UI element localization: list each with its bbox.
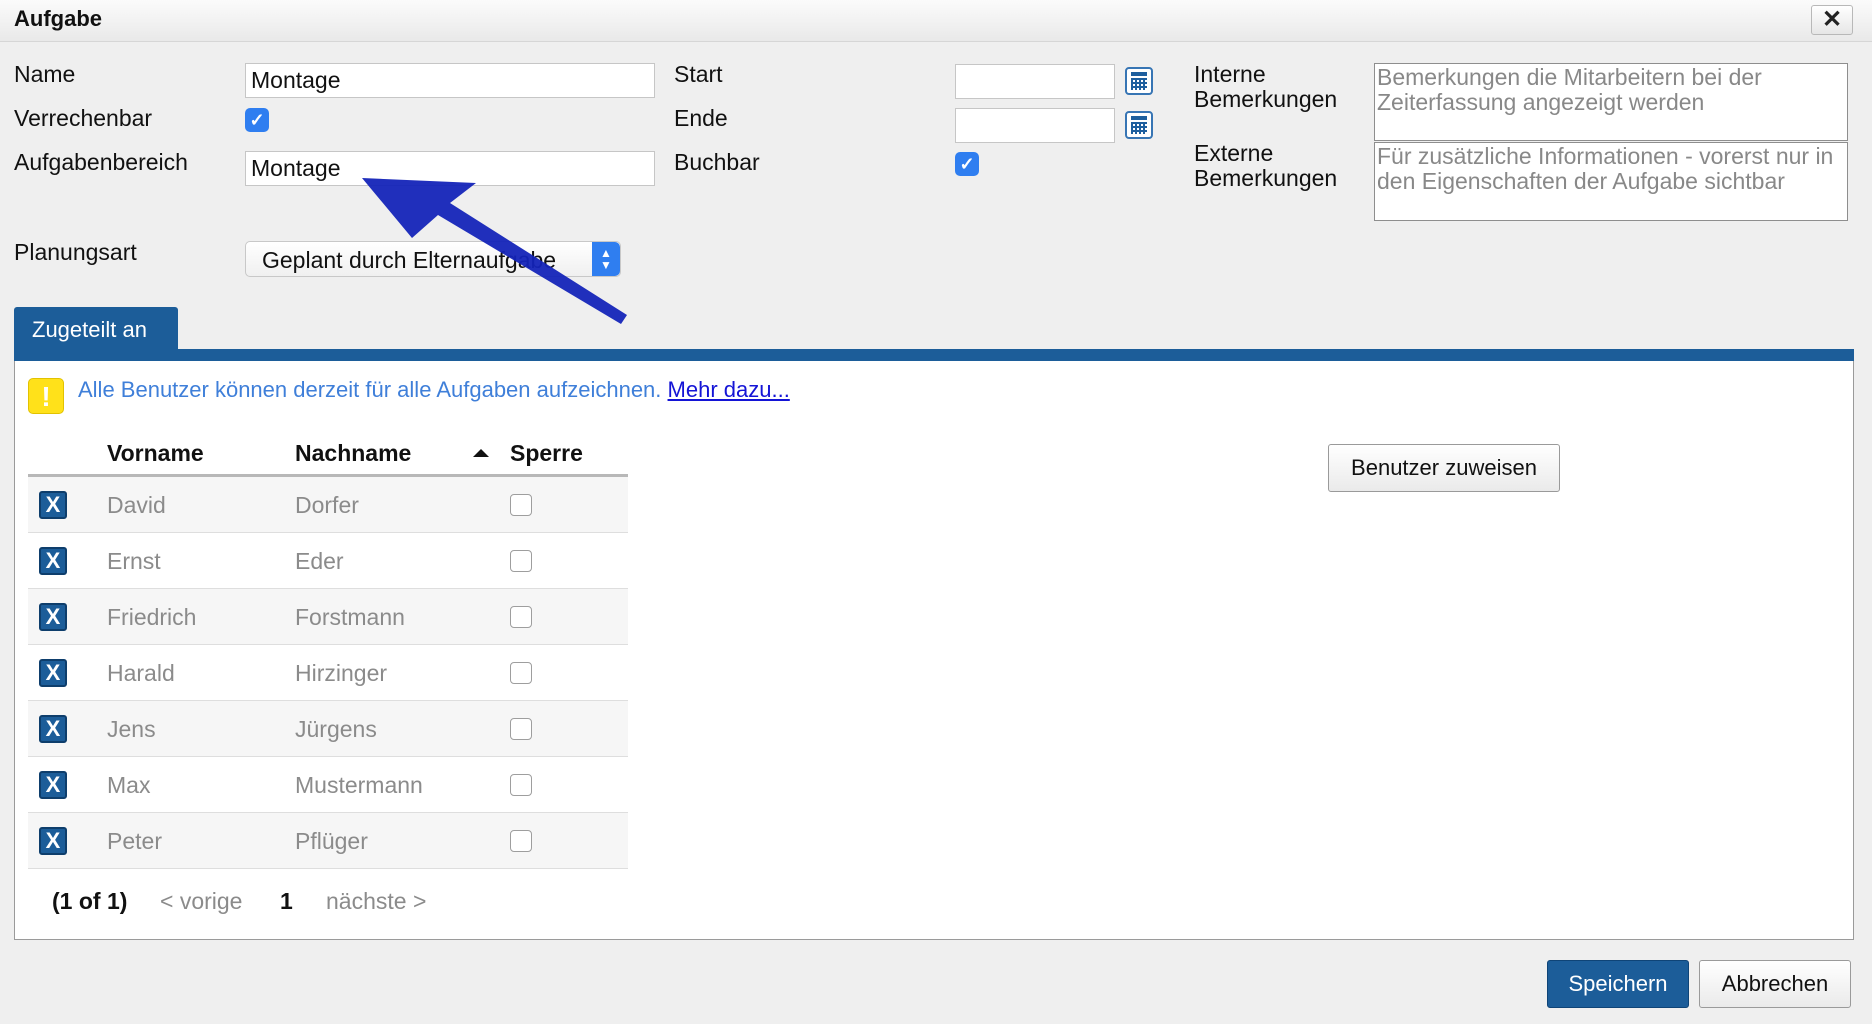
ende-date-input[interactable]: [955, 108, 1115, 143]
name-label: Name: [14, 61, 76, 87]
sperre-checkbox[interactable]: [510, 830, 532, 852]
nachname-cell: Eder: [295, 548, 344, 574]
ende-label: Ende: [674, 105, 728, 131]
aufgabenbereich-label: Aufgabenbereich: [14, 149, 188, 175]
vorname-cell: Friedrich: [107, 604, 197, 630]
start-date-input[interactable]: [955, 64, 1115, 99]
aufgabenbereich-input[interactable]: [245, 151, 655, 186]
column-header-sperre[interactable]: Sperre: [510, 440, 583, 467]
pager-page-1[interactable]: 1: [280, 888, 293, 915]
table-row: X Jens Jürgens: [28, 701, 628, 757]
column-header-nachname[interactable]: Nachname: [295, 440, 411, 467]
sperre-checkbox[interactable]: [510, 718, 532, 740]
table-row: X Ernst Eder: [28, 533, 628, 589]
warning-icon: !: [28, 378, 64, 414]
nachname-cell: Dorfer: [295, 492, 359, 518]
tab-strip: [14, 349, 1854, 361]
pager-next-link[interactable]: nächste >: [326, 888, 426, 915]
cancel-button[interactable]: Abbrechen: [1699, 960, 1851, 1008]
dialog-title: Aufgabe: [14, 6, 102, 31]
interne-bemerkungen-textarea[interactable]: Bemerkungen die Mitarbeitern bei der Zei…: [1374, 63, 1848, 141]
planungsart-select[interactable]: Geplant durch Elternaufgabe ▲ ▼: [245, 241, 621, 277]
tab-zugeteilt-an[interactable]: Zugeteilt an: [14, 307, 178, 351]
remove-user-icon[interactable]: X: [39, 659, 67, 687]
remove-user-icon[interactable]: X: [39, 491, 67, 519]
remove-user-icon[interactable]: X: [39, 603, 67, 631]
interne-bemerkungen-label: Interne Bemerkungen: [1194, 61, 1338, 112]
vorname-cell: Ernst: [107, 548, 161, 574]
remove-user-icon[interactable]: X: [39, 715, 67, 743]
start-calendar-icon[interactable]: [1125, 67, 1153, 95]
remove-user-icon[interactable]: X: [39, 547, 67, 575]
vorname-cell: Peter: [107, 828, 162, 854]
dialog-titlebar: Aufgabe ✕: [0, 0, 1872, 42]
nachname-cell: Hirzinger: [295, 660, 388, 686]
buchbar-checkbox[interactable]: ✓: [955, 152, 979, 176]
sort-ascending-icon[interactable]: [473, 449, 489, 457]
pager-summary: (1 of 1): [52, 888, 128, 914]
planungsart-label: Planungsart: [14, 239, 137, 265]
table-row: X Harald Hirzinger: [28, 645, 628, 701]
vorname-cell: Harald: [107, 660, 175, 686]
externe-bemerkungen-label: Externe Bemerkungen: [1194, 140, 1338, 191]
vorname-cell: David: [107, 492, 166, 518]
assign-users-button[interactable]: Benutzer zuweisen: [1328, 444, 1560, 492]
more-info-link[interactable]: Mehr dazu...: [668, 377, 790, 402]
nachname-cell: Forstmann: [295, 604, 405, 630]
ende-calendar-icon[interactable]: [1125, 111, 1153, 139]
remove-user-icon[interactable]: X: [39, 827, 67, 855]
column-header-vorname[interactable]: Vorname: [107, 440, 204, 467]
buchbar-label: Buchbar: [674, 149, 760, 175]
vorname-cell: Max: [107, 772, 151, 798]
sperre-checkbox[interactable]: [510, 550, 532, 572]
task-dialog: Aufgabe ✕ Name Verrechenbar ✓ Aufgabenbe…: [0, 0, 1872, 1024]
info-message: Alle Benutzer können derzeit für alle Au…: [78, 377, 790, 402]
select-updown-icon: ▲ ▼: [592, 242, 620, 276]
verrechenbar-checkbox[interactable]: ✓: [245, 108, 269, 132]
planungsart-value: Geplant durch Elternaufgabe: [262, 247, 557, 273]
close-button[interactable]: ✕: [1811, 5, 1853, 35]
pager-prev-link[interactable]: < vorige: [160, 888, 242, 915]
sperre-checkbox[interactable]: [510, 494, 532, 516]
vorname-cell: Jens: [107, 716, 156, 742]
externe-bemerkungen-textarea[interactable]: Für zusätzliche Informationen - vorerst …: [1374, 142, 1848, 221]
close-icon: ✕: [1821, 6, 1843, 33]
sperre-checkbox[interactable]: [510, 606, 532, 628]
remove-user-icon[interactable]: X: [39, 771, 67, 799]
sperre-checkbox[interactable]: [510, 662, 532, 684]
save-button[interactable]: Speichern: [1547, 960, 1689, 1008]
table-row: X Peter Pflüger: [28, 813, 628, 869]
nachname-cell: Mustermann: [295, 772, 423, 798]
nachname-cell: Jürgens: [295, 716, 377, 742]
table-row: X Friedrich Forstmann: [28, 589, 628, 645]
table-row: X Max Mustermann: [28, 757, 628, 813]
sperre-checkbox[interactable]: [510, 774, 532, 796]
name-input[interactable]: [245, 63, 655, 98]
verrechenbar-label: Verrechenbar: [14, 105, 153, 131]
nachname-cell: Pflüger: [295, 828, 368, 854]
start-label: Start: [674, 61, 723, 87]
table-row: X David Dorfer: [28, 477, 628, 533]
